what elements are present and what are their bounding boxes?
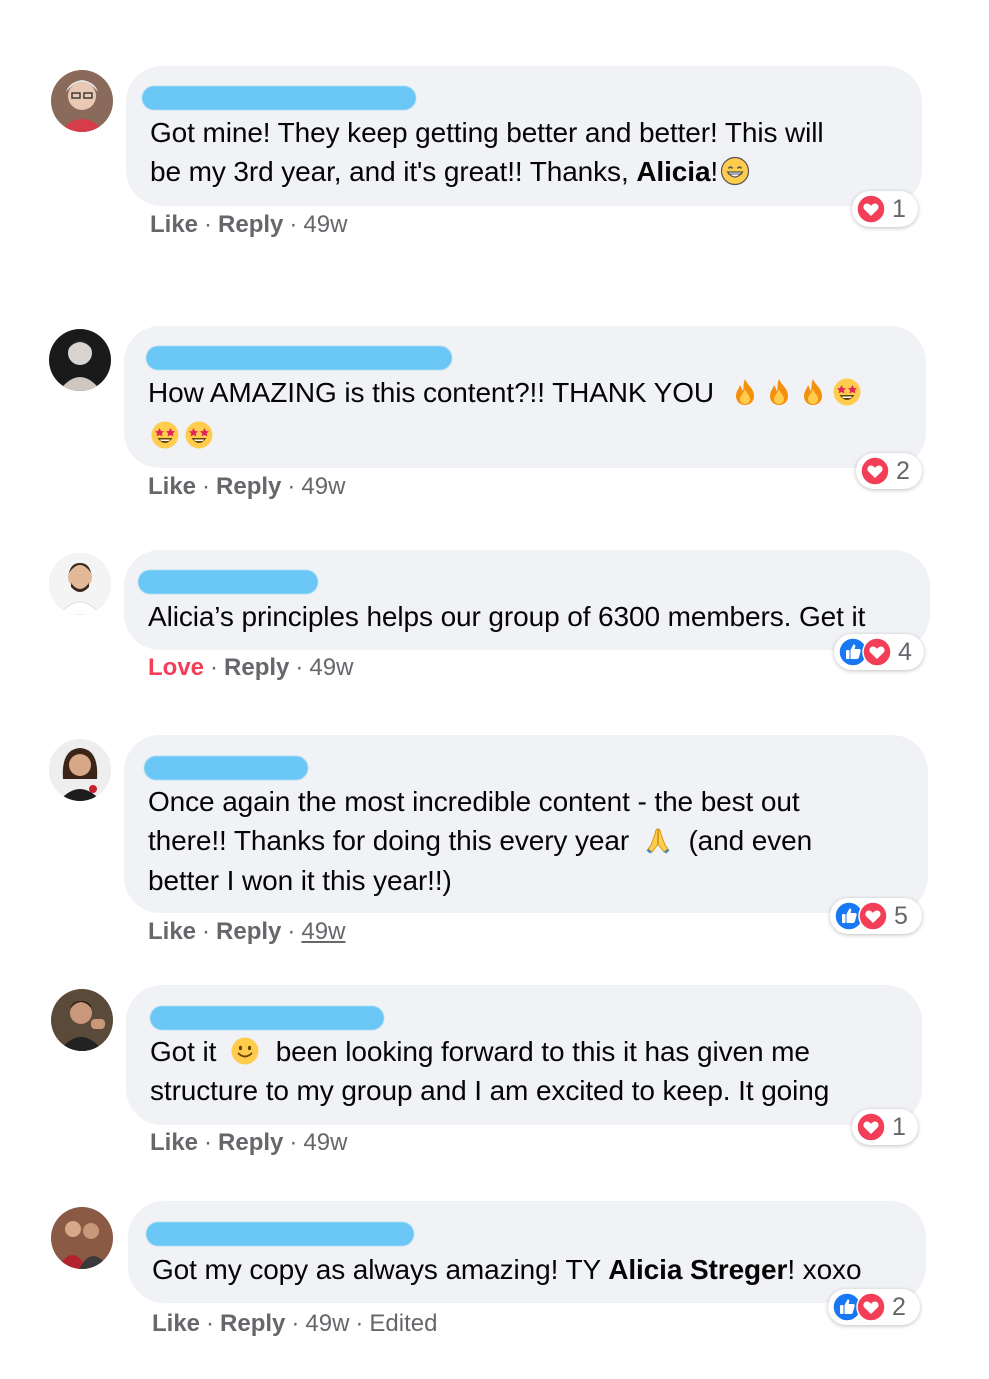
reaction-summary[interactable]: 2 bbox=[856, 453, 922, 489]
comment-actions: Like · Reply · 49w bbox=[148, 473, 346, 500]
redacted-author-name bbox=[146, 1222, 414, 1246]
reaction-count: 2 bbox=[892, 1292, 906, 1321]
timestamp[interactable]: 49w bbox=[303, 211, 347, 238]
redacted-author-name bbox=[144, 756, 308, 780]
heart-reaction-icon bbox=[856, 1112, 886, 1142]
reply-button[interactable]: Reply bbox=[224, 654, 289, 681]
redacted-author-name bbox=[150, 1006, 384, 1030]
comment-text-line: Got mine! They keep getting better and b… bbox=[150, 117, 824, 148]
mention-link[interactable]: Alicia Streger bbox=[608, 1254, 787, 1285]
reaction-summary[interactable]: 5 bbox=[830, 898, 922, 934]
comment-text-span: ! xoxo bbox=[787, 1254, 862, 1285]
comment-text-line: Got it been looking forward to this it h… bbox=[150, 1032, 810, 1071]
reaction-count: 1 bbox=[892, 1112, 906, 1141]
reaction-summary[interactable]: 1 bbox=[852, 1109, 918, 1145]
fire-emoji-icon bbox=[798, 377, 828, 407]
timestamp[interactable]: 49w bbox=[305, 1310, 349, 1337]
avatar[interactable] bbox=[51, 989, 113, 1051]
like-button[interactable]: Like bbox=[148, 473, 196, 500]
redacted-author-name bbox=[146, 346, 452, 370]
comment-text-span: How AMAZING is this content?!! THANK YOU bbox=[148, 377, 715, 408]
mention-link[interactable]: Alicia bbox=[636, 156, 710, 187]
reply-button[interactable]: Reply bbox=[218, 211, 283, 238]
star-struck-emoji-icon bbox=[832, 377, 862, 407]
comment-text-line: How AMAZING is this content?!! THANK YOU bbox=[148, 373, 864, 412]
like-button[interactable]: Like bbox=[152, 1310, 200, 1337]
timestamp[interactable]: 49w bbox=[301, 918, 345, 945]
comment-text-span: been looking forward to this it has give… bbox=[275, 1036, 810, 1067]
edited-label: Edited bbox=[369, 1310, 438, 1337]
avatar[interactable] bbox=[51, 1207, 113, 1269]
heart-reaction-icon bbox=[858, 901, 888, 931]
timestamp[interactable]: 49w bbox=[303, 1129, 347, 1156]
star-struck-emoji-icon bbox=[184, 420, 214, 450]
heart-reaction-icon bbox=[862, 637, 892, 667]
reaction-count: 1 bbox=[892, 194, 906, 223]
comment-text-span: (and even bbox=[688, 825, 813, 856]
reaction-summary[interactable]: 4 bbox=[834, 634, 924, 670]
heart-reaction-icon bbox=[860, 456, 890, 486]
comment-actions: Like · Reply · 49w bbox=[150, 211, 348, 238]
heart-reaction-icon bbox=[856, 1292, 886, 1322]
timestamp[interactable]: 49w bbox=[309, 654, 353, 681]
comment-actions: Like · Reply · 49w bbox=[148, 918, 346, 945]
star-struck-emoji-icon bbox=[150, 420, 180, 450]
comment-text-span: Got it bbox=[150, 1036, 217, 1067]
avatar[interactable] bbox=[51, 70, 113, 132]
comment-actions: Like · Reply · 49w · Edited bbox=[152, 1310, 438, 1337]
love-button[interactable]: Love bbox=[148, 654, 204, 681]
avatar[interactable] bbox=[49, 739, 111, 801]
reaction-summary[interactable]: 2 bbox=[828, 1289, 920, 1325]
comment-text-line: structure to my group and I am excited t… bbox=[150, 1075, 830, 1106]
smile-emoji-icon bbox=[230, 1036, 260, 1066]
comment-text-span: ! bbox=[710, 156, 719, 187]
reaction-count: 4 bbox=[898, 637, 912, 666]
reaction-summary[interactable]: 1 bbox=[852, 191, 918, 227]
reaction-count: 2 bbox=[896, 456, 910, 485]
comment-text-line: Got my copy as always amazing! TY Alicia… bbox=[152, 1250, 862, 1289]
like-button[interactable]: Like bbox=[148, 918, 196, 945]
heart-reaction-icon bbox=[856, 194, 886, 224]
avatar[interactable] bbox=[49, 553, 111, 615]
comment-actions: Like · Reply · 49w bbox=[150, 1129, 348, 1156]
grinning-emoji-icon bbox=[720, 156, 750, 186]
comment-text-line: be my 3rd year, and it's great!! Thanks,… bbox=[150, 152, 752, 191]
redacted-author-name bbox=[142, 86, 416, 110]
reaction-count: 5 bbox=[894, 901, 908, 930]
comment-text-span: there!! Thanks for doing this every year bbox=[148, 825, 630, 856]
comment-text-line: there!! Thanks for doing this every year… bbox=[148, 821, 812, 860]
reply-button[interactable]: Reply bbox=[218, 1129, 283, 1156]
comment-text-line bbox=[148, 416, 216, 455]
comment-actions: Love · Reply · 49w bbox=[148, 654, 354, 681]
folded-hands-emoji-icon bbox=[643, 825, 673, 855]
fire-emoji-icon bbox=[730, 377, 760, 407]
comment-text-line: Once again the most incredible content -… bbox=[148, 786, 800, 817]
reply-button[interactable]: Reply bbox=[216, 918, 281, 945]
reply-button[interactable]: Reply bbox=[216, 473, 281, 500]
comment-text-line: Alicia’s principles helps our group of 6… bbox=[148, 601, 866, 632]
comment-text-span: Got my copy as always amazing! TY bbox=[152, 1254, 609, 1285]
comment-text-line: better I won it this year!!) bbox=[148, 865, 452, 896]
comment-text-span: be my 3rd year, and it's great!! Thanks, bbox=[150, 156, 637, 187]
like-button[interactable]: Like bbox=[150, 1129, 198, 1156]
redacted-author-name bbox=[138, 570, 318, 594]
timestamp[interactable]: 49w bbox=[301, 473, 345, 500]
fire-emoji-icon bbox=[764, 377, 794, 407]
like-button[interactable]: Like bbox=[150, 211, 198, 238]
avatar[interactable] bbox=[49, 329, 111, 391]
reply-button[interactable]: Reply bbox=[220, 1310, 285, 1337]
